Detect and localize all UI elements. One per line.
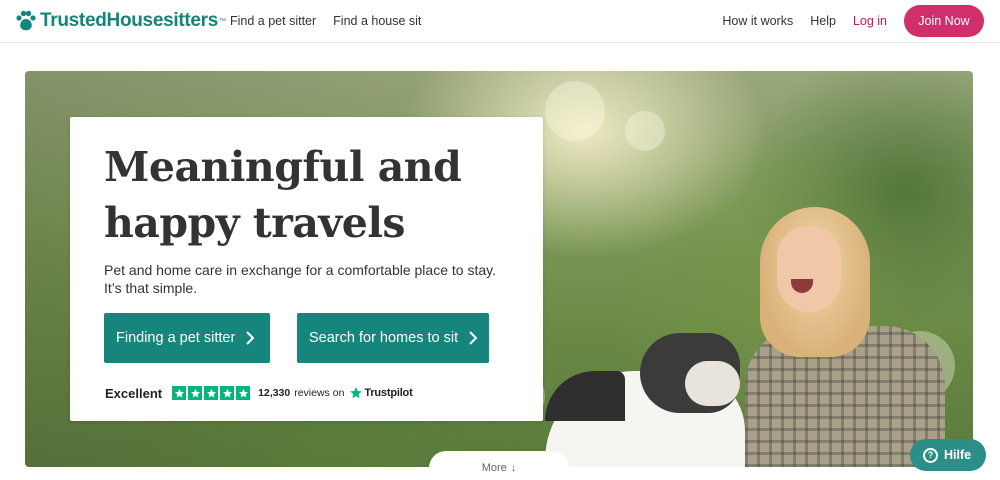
hero-bokeh xyxy=(545,81,605,141)
trustpilot-logo-icon xyxy=(350,387,363,399)
hero-title: Meaningful and happy travels xyxy=(104,139,524,251)
question-icon: ? xyxy=(923,447,938,463)
secondary-nav: How it works Help Log in Join Now xyxy=(722,4,984,38)
hero-title-line: happy travels xyxy=(104,199,405,247)
find-pet-sitter-button[interactable]: Finding a pet sitter xyxy=(104,313,270,363)
star-icon xyxy=(188,386,203,400)
login-link[interactable]: Log in xyxy=(853,14,887,28)
trustpilot-rating-label: Excellent xyxy=(105,385,163,401)
hero-subtitle-line: Pet and home care in exchange for a comf… xyxy=(104,262,496,278)
hero-card: Meaningful and happy travels Pet and hom… xyxy=(70,117,543,421)
search-homes-button[interactable]: Search for homes to sit xyxy=(297,313,489,363)
paw-logo-icon xyxy=(16,10,36,31)
trustpilot-reviews-suffix: reviews on xyxy=(294,387,345,399)
trustpilot-stars xyxy=(172,386,251,400)
brand-logo[interactable]: TrustedHousesitters ™ xyxy=(14,9,226,33)
chevron-right-icon xyxy=(469,331,478,345)
nav-help[interactable]: Help xyxy=(810,14,836,28)
site-header: TrustedHousesitters ™ Find a pet sitter … xyxy=(0,0,1000,43)
trustpilot-review-count: 12,330 xyxy=(258,387,291,399)
nav-find-pet-sitter[interactable]: Find a pet sitter xyxy=(230,14,316,28)
more-button[interactable]: More ↓ xyxy=(429,451,569,480)
star-icon xyxy=(172,386,187,400)
hero-dog-face xyxy=(685,361,740,406)
help-widget-label: Hilfe xyxy=(944,448,972,462)
hero-person-face xyxy=(777,226,841,312)
primary-nav: Find a pet sitter Find a house sit xyxy=(230,14,421,28)
arrow-down-icon: ↓ xyxy=(510,462,517,474)
star-icon xyxy=(220,386,235,400)
help-widget-button[interactable]: ? Hilfe xyxy=(910,439,986,471)
join-now-button[interactable]: Join Now xyxy=(904,5,984,37)
star-icon xyxy=(236,386,251,400)
chevron-right-icon xyxy=(246,331,255,345)
brand-name: TrustedHousesitters xyxy=(40,10,219,31)
star-icon xyxy=(204,386,219,400)
hero-bokeh xyxy=(625,111,665,151)
hero-subtitle: Pet and home care in exchange for a comf… xyxy=(104,261,524,297)
trustpilot-widget[interactable]: Excellent 12,330 reviews on Trustpilot xyxy=(105,384,413,402)
hero-title-line: Meaningful and xyxy=(104,143,462,191)
find-pet-sitter-label: Finding a pet sitter xyxy=(116,330,236,346)
nav-how-it-works[interactable]: How it works xyxy=(722,14,793,28)
nav-find-house-sit[interactable]: Find a house sit xyxy=(333,14,421,28)
trademark: ™ xyxy=(219,17,227,25)
search-homes-label: Search for homes to sit xyxy=(309,330,459,346)
trustpilot-brand: Trustpilot xyxy=(364,387,413,399)
hero-subtitle-line: It’s that simple. xyxy=(104,280,198,296)
more-label: More xyxy=(481,462,507,474)
